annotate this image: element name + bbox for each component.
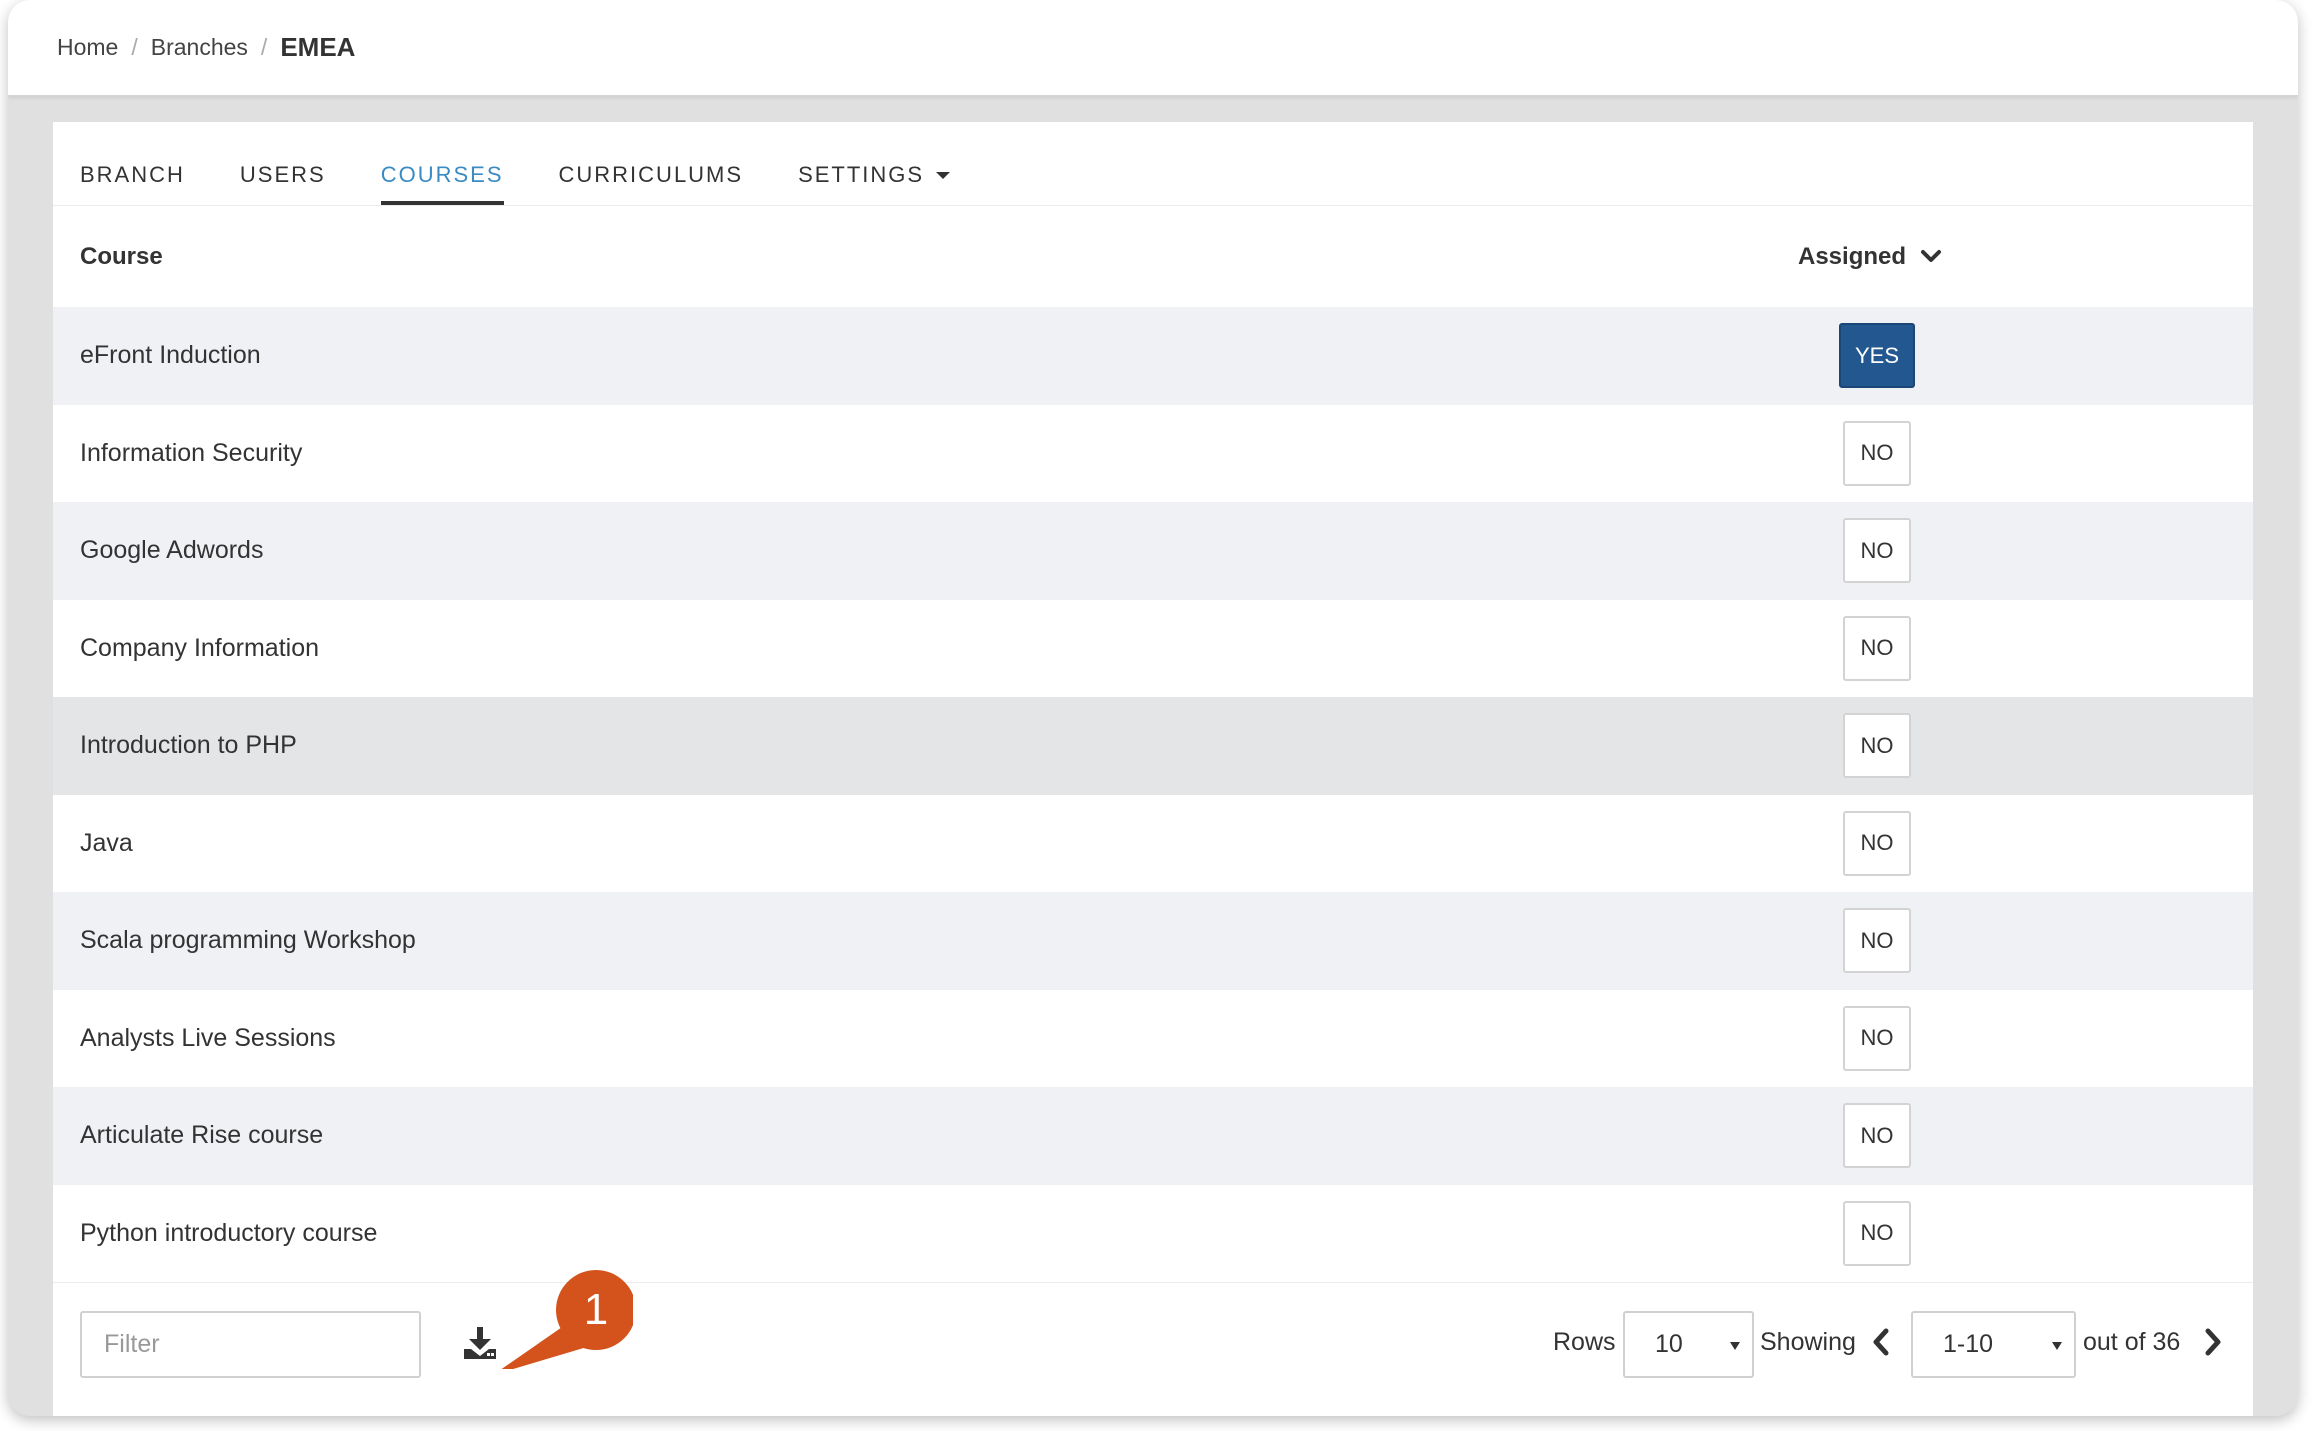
- tab-curriculums[interactable]: CURRICULUMS: [559, 162, 744, 205]
- table-footer: 1 Rows 10 Showing 1-10 out of 36: [53, 1270, 2253, 1416]
- tab-settings[interactable]: SETTINGS: [798, 162, 951, 205]
- course-table-body: eFront Induction YES Information Securit…: [53, 307, 2253, 1282]
- table-header: Course Assigned: [53, 206, 2253, 307]
- filter-input[interactable]: [80, 1311, 421, 1378]
- tab-bar: BRANCH USERS COURSES CURRICULUMS SETTING…: [53, 122, 2253, 206]
- table-row: Python introductory course NO: [53, 1184, 2253, 1282]
- step-callout-badge: 1: [501, 1270, 633, 1369]
- tab-label: USERS: [239, 162, 326, 187]
- course-name: Python introductory course: [80, 1218, 378, 1247]
- course-name: eFront Induction: [80, 341, 261, 370]
- table-row: Scala programming Workshop NO: [53, 892, 2253, 990]
- table-row: Information Security NO: [53, 404, 2253, 502]
- course-name: Java: [80, 828, 133, 857]
- tab-label: CURRICULUMS: [558, 162, 744, 187]
- showing-label: Showing: [1760, 1328, 1856, 1356]
- table-row: eFront Induction YES: [53, 307, 2253, 405]
- course-name: Company Information: [80, 633, 320, 662]
- tab-label: BRANCH: [80, 162, 185, 187]
- rows-per-page-value: 10: [1655, 1330, 1683, 1358]
- tab-users[interactable]: USERS: [240, 162, 326, 205]
- chevron-left-icon[interactable]: [1871, 1327, 1891, 1357]
- table-row: Java NO: [53, 794, 2253, 892]
- assigned-toggle-button[interactable]: NO: [1843, 908, 1911, 974]
- select-arrow-icon: [1730, 1342, 1740, 1350]
- breadcrumb-branches[interactable]: Branches: [151, 34, 248, 61]
- column-header-course[interactable]: Course: [80, 243, 163, 271]
- tab-label: COURSES: [380, 162, 504, 187]
- caret-down-icon: [936, 171, 951, 179]
- breadcrumb-current: EMEA: [280, 32, 356, 62]
- assigned-toggle-button[interactable]: NO: [1843, 1200, 1911, 1266]
- breadcrumb: Home / Branches / EMEA: [8, 0, 2298, 96]
- rows-label: Rows: [1553, 1328, 1616, 1356]
- app-window: Home / Branches / EMEA BRANCH USERS COUR…: [8, 0, 2298, 1416]
- page-range-value: 1-10: [1943, 1330, 1994, 1358]
- table-row: Company Information NO: [53, 599, 2253, 697]
- callout-number: 1: [584, 1285, 608, 1334]
- course-name: Google Adwords: [80, 536, 264, 565]
- breadcrumb-separator: /: [260, 34, 268, 60]
- assigned-toggle-button[interactable]: YES: [1839, 323, 1915, 389]
- course-name: Information Security: [80, 438, 303, 467]
- assigned-toggle-button[interactable]: NO: [1843, 615, 1911, 681]
- tab-label: SETTINGS: [798, 162, 925, 187]
- tab-courses[interactable]: COURSES: [380, 162, 504, 205]
- assigned-toggle-button[interactable]: NO: [1843, 420, 1911, 486]
- course-name: Scala programming Workshop: [80, 926, 416, 955]
- download-icon[interactable]: [463, 1325, 497, 1361]
- assigned-toggle-button[interactable]: NO: [1843, 810, 1911, 876]
- column-header-assigned[interactable]: Assigned: [1798, 243, 1942, 271]
- branch-panel: BRANCH USERS COURSES CURRICULUMS SETTING…: [53, 122, 2253, 1416]
- table-row: Introduction to PHP NO: [53, 697, 2253, 795]
- table-row: Google Adwords NO: [53, 502, 2253, 600]
- total-count-label: out of 36: [2083, 1328, 2181, 1356]
- table-row: Analysts Live Sessions NO: [53, 989, 2253, 1087]
- breadcrumb-separator: /: [131, 34, 138, 60]
- assigned-toggle-button[interactable]: NO: [1843, 1005, 1911, 1071]
- table-row: Articulate Rise course NO: [53, 1087, 2253, 1185]
- assigned-toggle-button[interactable]: NO: [1843, 713, 1911, 779]
- course-name: Analysts Live Sessions: [80, 1023, 336, 1052]
- course-name: Articulate Rise course: [80, 1121, 324, 1150]
- chevron-right-icon[interactable]: [2203, 1327, 2223, 1357]
- select-arrow-icon: [2052, 1342, 2062, 1350]
- tab-branch[interactable]: BRANCH: [80, 162, 185, 205]
- rows-per-page-select[interactable]: 10: [1623, 1311, 1754, 1378]
- assigned-toggle-button[interactable]: NO: [1843, 518, 1911, 584]
- column-header-assigned-label: Assigned: [1798, 242, 1907, 270]
- page-range-select[interactable]: 1-10: [1911, 1311, 2076, 1378]
- assigned-toggle-button[interactable]: NO: [1843, 1103, 1911, 1169]
- course-name: Introduction to PHP: [80, 731, 297, 760]
- chevron-down-icon: [1921, 249, 1942, 262]
- breadcrumb-home[interactable]: Home: [57, 34, 118, 61]
